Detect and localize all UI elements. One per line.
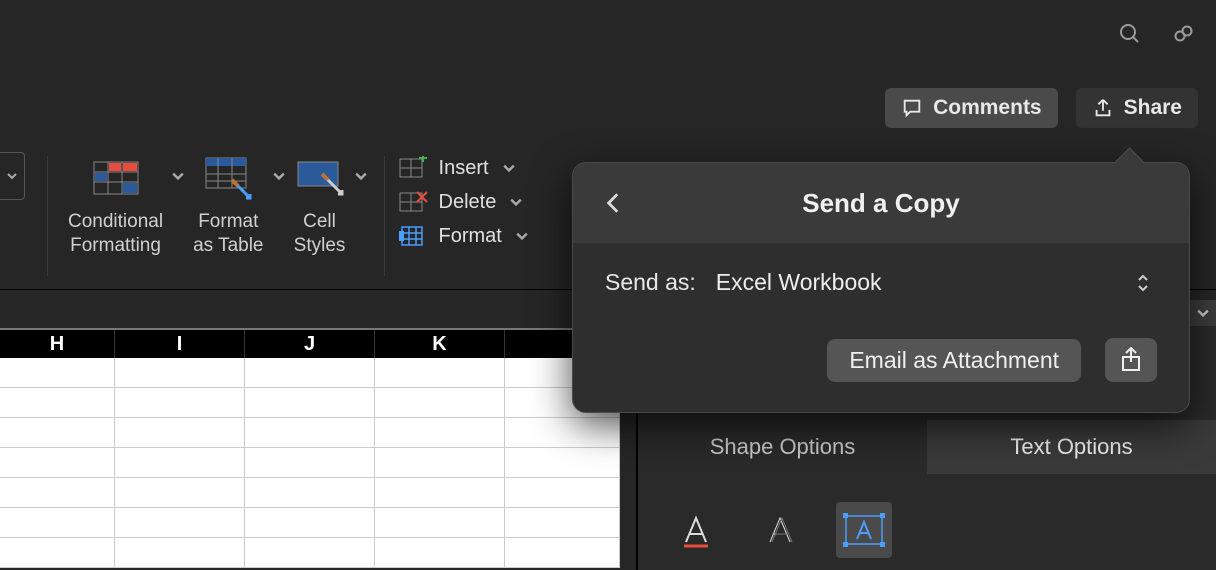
- column-header[interactable]: J: [245, 330, 375, 358]
- comments-label: Comments: [933, 96, 1042, 120]
- popover-title: Send a Copy: [573, 188, 1189, 219]
- tab-text-options[interactable]: Text Options: [927, 420, 1216, 474]
- chevron-down-icon[interactable]: [270, 170, 288, 182]
- cell-styles-button[interactable]: Cell Styles: [288, 152, 352, 258]
- cell-styles-icon: [294, 152, 346, 204]
- column-header[interactable]: K: [375, 330, 505, 358]
- title-bar: [0, 0, 1216, 72]
- column-header[interactable]: I: [115, 330, 245, 358]
- tab-shape-options[interactable]: Shape Options: [638, 420, 927, 474]
- format-cells-button[interactable]: Format: [399, 224, 528, 248]
- text-fill-outline-icon[interactable]: [668, 502, 724, 558]
- collapse-pane-button[interactable]: [1190, 300, 1216, 326]
- textbox-icon[interactable]: [836, 502, 892, 558]
- format-as-table-button[interactable]: Format as Table: [187, 152, 269, 258]
- share-action-button[interactable]: [1105, 338, 1157, 382]
- back-button[interactable]: [601, 190, 627, 216]
- column-header[interactable]: H: [0, 330, 115, 358]
- spreadsheet-grid[interactable]: H I J K: [0, 328, 620, 568]
- format-as-table-icon: [202, 152, 254, 204]
- chevron-down-icon[interactable]: [169, 170, 187, 182]
- comments-button[interactable]: Comments: [885, 88, 1058, 128]
- text-effects-icon[interactable]: [752, 502, 808, 558]
- select-chevrons-icon: [1135, 272, 1151, 294]
- column-headers[interactable]: H I J K: [0, 328, 620, 358]
- conditional-formatting-icon: [90, 152, 142, 204]
- conditional-formatting-button[interactable]: Conditional Formatting: [62, 152, 169, 258]
- insert-cells-button[interactable]: Insert: [399, 156, 528, 180]
- send-as-value: Excel Workbook: [716, 269, 882, 296]
- copilot-icon[interactable]: [1172, 22, 1196, 46]
- share-button[interactable]: Share: [1076, 88, 1198, 128]
- ribbon-left-dropdown[interactable]: [0, 152, 25, 200]
- share-label: Share: [1124, 96, 1182, 120]
- delete-cells-button[interactable]: Delete: [399, 190, 528, 214]
- send-as-select[interactable]: Excel Workbook: [716, 269, 1157, 296]
- chevron-down-icon[interactable]: [352, 170, 370, 182]
- search-icon[interactable]: [1118, 22, 1142, 46]
- send-copy-popover: Send a Copy Send as: Excel Workbook Emai…: [572, 162, 1190, 413]
- send-as-label: Send as:: [605, 269, 696, 296]
- email-attachment-button[interactable]: Email as Attachment: [827, 339, 1081, 382]
